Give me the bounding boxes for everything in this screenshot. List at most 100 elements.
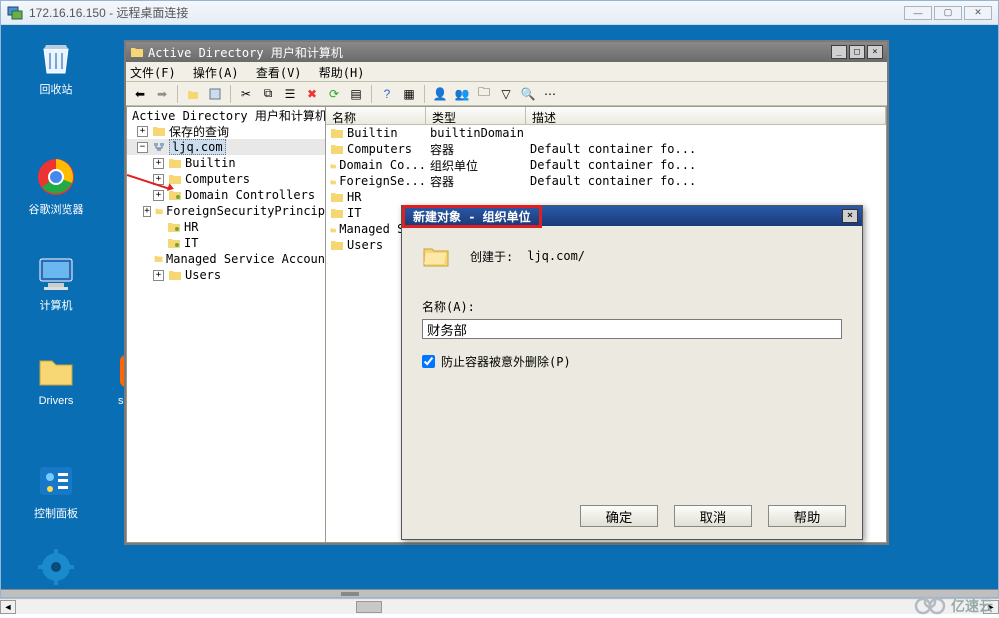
cut-icon[interactable]: ✂ (236, 84, 256, 104)
drivers-folder-icon[interactable]: Drivers (21, 351, 91, 407)
maximize-button[interactable]: □ (849, 45, 865, 59)
help-icon[interactable]: ? (377, 84, 397, 104)
protect-label: 防止容器被意外删除(P) (441, 353, 571, 370)
export-icon[interactable]: ▤ (346, 84, 366, 104)
find-icon[interactable]: 🔍 (518, 84, 538, 104)
tree-computers[interactable]: Computers (185, 172, 250, 186)
scroll-track[interactable] (16, 600, 983, 614)
folder-icon (330, 126, 344, 140)
ok-button[interactable]: 确定 (580, 505, 658, 527)
folder-icon (330, 206, 344, 220)
row-desc: Default container fo... (526, 174, 886, 188)
expand-toggle[interactable]: + (153, 190, 164, 201)
dialog-title-text: 新建对象 - 组织单位 (402, 205, 542, 228)
expand-toggle[interactable]: + (143, 206, 150, 217)
list-item[interactable]: ForeignSe...容器Default container fo... (326, 173, 886, 189)
group-icon[interactable]: 👥 (452, 84, 472, 104)
recycle-bin-label: 回收站 (21, 81, 91, 97)
toolbar: ⬅ ➡ ✂ ⧉ ☰ ✖ ⟳ ▤ ? ▦ 👤 👥 🗀 ▽ 🔍 (126, 82, 887, 106)
minimize-button[interactable]: — (904, 6, 932, 20)
properties-icon[interactable]: ☰ (280, 84, 300, 104)
folder-icon (330, 158, 336, 172)
row-type: 组织单位 (426, 157, 526, 174)
protect-checkbox[interactable] (422, 355, 435, 368)
folder-icon (330, 190, 344, 204)
help-button[interactable]: 帮助 (768, 505, 846, 527)
forward-button[interactable]: ➡ (152, 84, 172, 104)
row-type: 容器 (426, 173, 526, 190)
folder-icon (155, 204, 163, 218)
name-input[interactable] (422, 319, 842, 339)
chrome-icon[interactable]: 谷歌浏览器 (21, 157, 91, 217)
tree-view[interactable]: Active Directory 用户和计算机 +保存的查询 −ljq.com … (126, 106, 326, 543)
more-icon[interactable]: ⋯ (540, 84, 560, 104)
menu-action[interactable]: 操作(A) (193, 66, 239, 80)
rdp-icon (7, 5, 23, 21)
dialog-title-bar[interactable]: 新建对象 - 组织单位 × (402, 206, 862, 226)
row-name: Domain Co... (339, 158, 426, 172)
tree-root[interactable]: Active Directory 用户和计算机 (132, 107, 326, 124)
collapse-toggle[interactable]: − (137, 142, 148, 153)
tree-msa[interactable]: Managed Service Accoun (166, 252, 325, 266)
recycle-bin-icon[interactable]: 回收站 (21, 37, 91, 97)
col-name[interactable]: 名称 (326, 107, 426, 124)
domain-icon (152, 140, 166, 154)
list-item[interactable]: Domain Co...组织单位Default container fo... (326, 157, 886, 173)
copy-icon[interactable]: ⧉ (258, 84, 278, 104)
minimize-button[interactable]: _ (831, 45, 847, 59)
tree-builtin[interactable]: Builtin (185, 156, 236, 170)
menu-help[interactable]: 帮助(H) (319, 66, 365, 80)
outer-scrollbar[interactable]: ◄ ► (0, 598, 999, 614)
expand-toggle[interactable]: + (153, 158, 164, 169)
folder-icon (168, 156, 182, 170)
chrome-label: 谷歌浏览器 (21, 201, 91, 217)
ou-large-icon (422, 242, 450, 270)
mmc-window: Active Directory 用户和计算机 _ □ × 文件(F) 操作(A… (124, 40, 889, 545)
delete-icon[interactable]: ✖ (302, 84, 322, 104)
tree-hr[interactable]: HR (184, 220, 198, 234)
close-button[interactable]: ✕ (964, 6, 992, 20)
row-desc: Default container fo... (526, 158, 886, 172)
tree-saved-queries[interactable]: 保存的查询 (169, 123, 229, 140)
close-button[interactable]: × (867, 45, 883, 59)
refresh-icon[interactable]: ⟳ (324, 84, 344, 104)
tree-dc[interactable]: Domain Controllers (185, 188, 315, 202)
cancel-button[interactable]: 取消 (674, 505, 752, 527)
created-in-value: ljq.com/ (527, 249, 585, 263)
created-in-label: 创建于: (470, 248, 513, 265)
mmc-title-bar[interactable]: Active Directory 用户和计算机 _ □ × (126, 42, 887, 62)
maximize-button[interactable]: ▢ (934, 6, 962, 20)
scroll-thumb[interactable] (356, 601, 382, 613)
menu-file[interactable]: 文件(F) (130, 66, 176, 80)
tree-users[interactable]: Users (185, 268, 221, 282)
up-button[interactable] (183, 84, 203, 104)
expand-toggle[interactable]: + (137, 126, 148, 137)
console-button[interactable] (205, 84, 225, 104)
tree-it[interactable]: IT (184, 236, 198, 250)
col-type[interactable]: 类型 (426, 107, 526, 124)
list-item[interactable]: Computers容器Default container fo... (326, 141, 886, 157)
list-header: 名称 类型 描述 (326, 107, 886, 125)
tree-domain[interactable]: ljq.com (169, 139, 226, 155)
ou-icon[interactable]: 🗀 (474, 84, 494, 104)
gear-icon[interactable] (21, 547, 91, 591)
list-item[interactable]: HR (326, 189, 886, 205)
filter-icon[interactable]: ▽ (496, 84, 516, 104)
folder-icon (154, 252, 163, 266)
row-name: ForeignSe... (339, 174, 426, 188)
col-desc[interactable]: 描述 (526, 107, 886, 124)
expand-toggle[interactable]: + (153, 270, 164, 281)
tree-fsp[interactable]: ForeignSecurityPrincip (166, 204, 325, 218)
user-icon[interactable]: 👤 (430, 84, 450, 104)
close-button[interactable]: × (842, 209, 858, 223)
menu-bar: 文件(F) 操作(A) 查看(V) 帮助(H) (126, 62, 887, 82)
drivers-label: Drivers (21, 395, 91, 407)
computer-icon[interactable]: 计算机 (21, 253, 91, 313)
toggle-icon[interactable]: ▦ (399, 84, 419, 104)
control-panel-icon[interactable]: 控制面板 (21, 461, 91, 521)
back-button[interactable]: ⬅ (130, 84, 150, 104)
scroll-left-button[interactable]: ◄ (0, 600, 16, 614)
list-item[interactable]: BuiltinbuiltinDomain (326, 125, 886, 141)
row-type: 容器 (426, 141, 526, 158)
menu-view[interactable]: 查看(V) (256, 66, 302, 80)
